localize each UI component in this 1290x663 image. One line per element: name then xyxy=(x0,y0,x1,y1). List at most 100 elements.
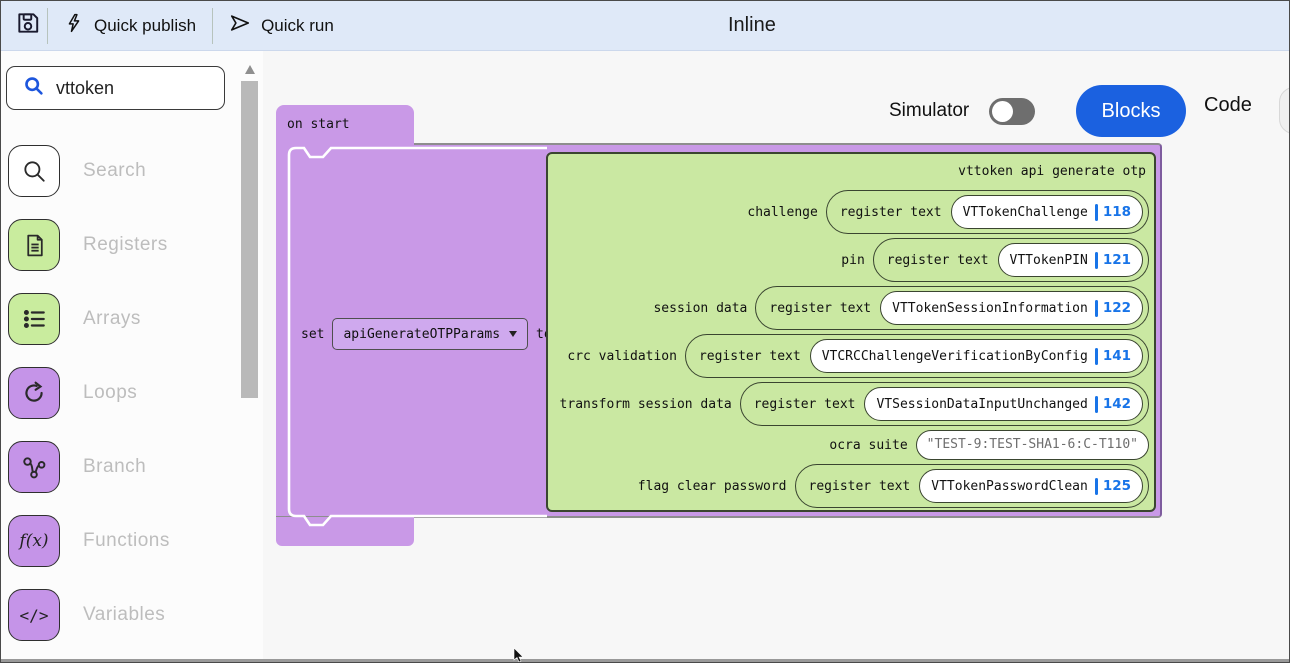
register-number: 121 xyxy=(1103,252,1131,268)
sidebar-item-arrays[interactable]: Arrays xyxy=(8,293,238,345)
register-number-divider xyxy=(1095,204,1098,221)
branch-icon xyxy=(8,441,60,493)
register-number-divider xyxy=(1095,348,1098,365)
toolbox-sidebar: Search Registers Arrays xyxy=(1,51,263,662)
variable-name: apiGenerateOTPParams xyxy=(343,327,500,342)
register-input[interactable]: register text VTTokenSessionInformation … xyxy=(755,286,1149,330)
sidebar-item-label: Loops xyxy=(83,367,137,419)
row-label: flag clear password xyxy=(638,479,787,494)
register-number-divider xyxy=(1095,252,1098,269)
variable-dropdown[interactable]: apiGenerateOTPParams xyxy=(332,318,528,350)
document-icon xyxy=(8,219,60,271)
sidebar-item-label: Branch xyxy=(83,441,146,493)
sidebar-item-search[interactable]: Search xyxy=(8,145,238,197)
api-row-transform-session-data: transform session data register text VTS… xyxy=(560,382,1149,426)
register-text-label: register text xyxy=(809,479,911,494)
side-panel-handle[interactable] xyxy=(1279,87,1289,134)
register-number: 141 xyxy=(1103,348,1131,364)
vttoken-api-generate-otp-block[interactable]: vttoken api generate otp challenge regis… xyxy=(546,152,1156,512)
register-text-label: register text xyxy=(769,301,871,316)
register-text-label: register text xyxy=(887,253,989,268)
mouse-cursor xyxy=(513,648,525,663)
register-name: VTSessionDataInputUnchanged xyxy=(876,397,1087,412)
quick-run-button[interactable]: Quick run xyxy=(213,1,350,51)
search-icon xyxy=(23,75,44,101)
api-row-flag-clear-password: flag clear password register text VTToke… xyxy=(638,464,1149,508)
sidebar-item-loops[interactable]: Loops xyxy=(8,367,238,419)
register-input[interactable]: register text VTTokenChallenge 118 xyxy=(826,190,1149,234)
sidebar-item-registers[interactable]: Registers xyxy=(8,219,238,271)
sidebar-item-label: Functions xyxy=(83,515,170,567)
row-label: challenge xyxy=(747,205,817,220)
register-field[interactable]: VTSessionDataInputUnchanged 142 xyxy=(864,387,1143,421)
sidebar-item-label: Arrays xyxy=(83,293,141,345)
fx-icon: f(x) xyxy=(8,515,60,567)
quick-run-label: Quick run xyxy=(261,16,334,36)
row-label: transform session data xyxy=(560,397,732,412)
register-input[interactable]: register text VTTokenPIN 121 xyxy=(873,238,1149,282)
tab-blocks[interactable]: Blocks xyxy=(1076,85,1186,137)
register-field[interactable]: VTTokenPIN 121 xyxy=(998,243,1143,277)
set-variable-row: set apiGenerateOTPParams to xyxy=(301,318,552,350)
api-row-challenge: challenge register text VTTokenChallenge… xyxy=(747,190,1149,234)
register-number-divider xyxy=(1095,300,1098,317)
toggle-knob xyxy=(992,101,1013,122)
sidebar-item-label: Search xyxy=(83,145,146,197)
sidebar-item-label: Registers xyxy=(83,219,168,271)
sidebar-scrollbar-thumb[interactable] xyxy=(241,81,258,398)
on-start-block[interactable]: on start xyxy=(276,105,414,145)
blocks-canvas[interactable]: Simulator Blocks Code on start set apiGe… xyxy=(263,51,1289,662)
register-number: 125 xyxy=(1103,478,1131,494)
toolbox-search[interactable] xyxy=(6,66,225,110)
sidebar-item-functions[interactable]: f(x) Functions xyxy=(8,515,238,567)
register-field[interactable]: VTTokenChallenge 118 xyxy=(951,195,1143,229)
search-icon xyxy=(8,145,60,197)
set-keyword: set xyxy=(301,327,324,342)
register-name: VTCRCChallengeVerificationByConfig xyxy=(822,349,1088,364)
api-row-crc-validation: crc validation register text VTCRCChalle… xyxy=(567,334,1149,378)
tab-code[interactable]: Code xyxy=(1204,94,1252,117)
register-number-divider xyxy=(1095,478,1098,495)
quick-publish-button[interactable]: Quick publish xyxy=(48,1,212,51)
simulator-toggle[interactable] xyxy=(989,98,1035,125)
api-block-title: vttoken api generate otp xyxy=(958,162,1149,182)
register-field[interactable]: VTCRCChallengeVerificationByConfig 141 xyxy=(810,339,1143,373)
register-number-divider xyxy=(1095,396,1098,413)
register-field[interactable]: VTTokenPasswordClean 125 xyxy=(919,469,1143,503)
api-row-session-data: session data register text VTTokenSessio… xyxy=(653,286,1149,330)
sidebar-item-variables[interactable]: </> Variables xyxy=(8,589,238,641)
topbar: Quick publish Quick run Inline xyxy=(1,1,1289,51)
register-input[interactable]: register text VTTokenPasswordClean 125 xyxy=(795,464,1149,508)
api-row-ocra-suite: ocra suite "TEST-9:TEST-SHA1-6:C-T110" xyxy=(829,430,1149,460)
loop-arrow-icon xyxy=(8,367,60,419)
horizontal-scrollbar[interactable] xyxy=(1,659,1289,662)
register-name: VTTokenPasswordClean xyxy=(931,479,1088,494)
save-button[interactable] xyxy=(9,1,47,51)
sidebar-item-branch[interactable]: Branch xyxy=(8,441,238,493)
row-label: crc validation xyxy=(567,349,677,364)
code-icon: </> xyxy=(8,589,60,641)
register-name: VTTokenPIN xyxy=(1010,253,1088,268)
sidebar-scroll-up-arrow[interactable] xyxy=(245,65,255,74)
string-field[interactable]: "TEST-9:TEST-SHA1-6:C-T110" xyxy=(916,430,1149,460)
chevron-down-icon xyxy=(509,331,517,337)
row-label: pin xyxy=(841,253,864,268)
register-number: 122 xyxy=(1103,300,1131,316)
api-row-pin: pin register text VTTokenPIN 121 xyxy=(841,238,1149,282)
save-icon xyxy=(15,10,41,41)
simulator-label: Simulator xyxy=(889,100,969,122)
register-input[interactable]: register text VTSessionDataInputUnchange… xyxy=(740,382,1149,426)
register-text-label: register text xyxy=(840,205,942,220)
register-text-label: register text xyxy=(754,397,856,412)
sidebar-item-label: Variables xyxy=(83,589,165,641)
search-input[interactable] xyxy=(56,78,206,99)
register-name: VTTokenChallenge xyxy=(963,205,1088,220)
row-label: ocra suite xyxy=(829,438,907,453)
register-text-label: register text xyxy=(699,349,801,364)
register-field[interactable]: VTTokenSessionInformation 122 xyxy=(880,291,1143,325)
page-title: Inline xyxy=(728,14,776,37)
on-start-block-foot[interactable] xyxy=(276,517,414,546)
api-block-content: vttoken api generate otp challenge regis… xyxy=(548,154,1154,510)
app-window: Quick publish Quick run Inline xyxy=(0,0,1290,663)
register-input[interactable]: register text VTCRCChallengeVerification… xyxy=(685,334,1149,378)
